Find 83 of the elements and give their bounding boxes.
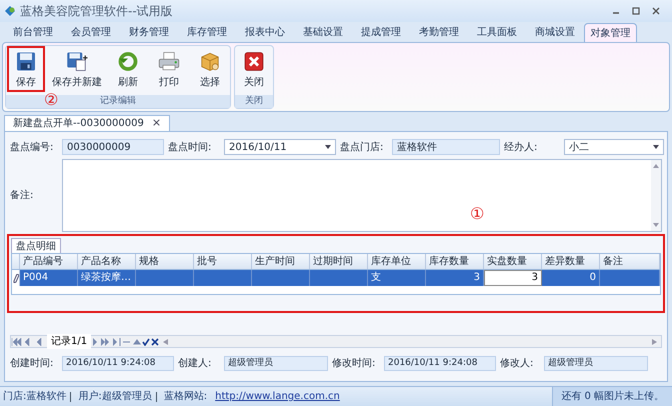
field-label: 创建人: — [178, 356, 212, 370]
window-title: 蓝格美容院管理软件--试用版 — [20, 3, 173, 20]
notes-field[interactable] — [62, 159, 662, 232]
field-label: 创建时间: — [10, 356, 54, 370]
field-label: 修改时间: — [332, 356, 376, 370]
readonly-field: 超级管理员 — [544, 356, 648, 370]
menu-tab[interactable]: 工具面板 — [468, 23, 526, 42]
menu-tab[interactable]: 对象管理 — [584, 23, 637, 42]
document-tab-title: 新建盘点开单--0030000009 — [13, 116, 144, 131]
dropdown-caret-icon — [325, 145, 331, 149]
scroll-left-icon[interactable] — [163, 338, 168, 344]
status-value: 蓝格软件 — [26, 390, 66, 404]
record-count: 记录1/1 — [47, 334, 92, 349]
ribbon-group-label: 关闭 — [235, 95, 273, 108]
menu-tab[interactable]: 基础设置 — [294, 23, 352, 42]
scroll-down-icon[interactable] — [653, 223, 659, 227]
website-link[interactable]: http://www.lange.com.cn — [215, 389, 340, 404]
tab-close-button[interactable]: × — [152, 115, 162, 132]
ribbon-button[interactable]: 关闭 — [236, 46, 272, 92]
status-label: 用户: — [78, 390, 102, 404]
ribbon-button[interactable]: 选择 — [191, 46, 229, 92]
ribbon-button[interactable]: 保存 — [7, 46, 45, 92]
menu-tab[interactable]: 商城设置 — [526, 23, 584, 42]
menu-tab[interactable]: 前台管理 — [4, 23, 62, 42]
ribbon-button[interactable]: 刷新 — [109, 46, 147, 92]
readonly-field[interactable]: 0030000009 — [62, 139, 164, 155]
table-cell: P004 — [20, 270, 78, 286]
field-label: 备注: — [10, 188, 34, 203]
column-header[interactable]: 库存单位 — [368, 254, 426, 269]
menu-tab[interactable]: 考勤管理 — [410, 23, 468, 42]
readonly-field[interactable]: 蓝格软件 — [392, 139, 500, 155]
field-value: 小二 — [569, 140, 589, 154]
column-header[interactable]: 差异数量 — [542, 254, 600, 269]
field-value: 蓝格软件 — [397, 140, 437, 154]
field-value: 2016/10/11 — [229, 140, 287, 154]
field-value: 0030000009 — [67, 140, 131, 154]
dropdown-field[interactable]: 小二 — [564, 139, 664, 155]
menu-tab[interactable]: 报表中心 — [236, 23, 294, 42]
field-label: 修改人: — [500, 356, 534, 370]
annotation-number: ① — [470, 203, 484, 225]
status-value: 超级管理员 — [102, 390, 152, 404]
column-header[interactable]: 批号 — [194, 254, 252, 269]
readonly-field: 2016/10/11 9:24:08 — [384, 356, 496, 370]
upload-status: 还有 0 幅图片未上传。 — [552, 387, 672, 406]
readonly-field: 超级管理员 — [224, 356, 328, 370]
dropdown-field[interactable]: 2016/10/11 — [224, 139, 336, 155]
scroll-right-icon[interactable] — [652, 338, 657, 344]
menu-tab[interactable]: 会员管理 — [62, 23, 120, 42]
table-row[interactable]: P004 绿茶按摩… 支 3 3 0 — [12, 270, 660, 286]
document-tab[interactable]: 新建盘点开单--0030000009 × — [4, 115, 170, 131]
detail-tab[interactable]: 盘点明细 — [11, 238, 61, 253]
column-header[interactable]: 备注 — [600, 254, 660, 269]
scroll-up-icon[interactable] — [653, 164, 659, 168]
field-label: 盘点时间: — [168, 140, 212, 154]
field-label: 经办人: — [504, 140, 538, 154]
column-header[interactable]: 过期时间 — [310, 254, 368, 269]
field-label: 盘点编号: — [10, 140, 54, 154]
column-header[interactable]: 实盘数量 — [484, 254, 542, 269]
close-icon[interactable] — [652, 7, 660, 15]
ribbon-button[interactable]: 保存并新建 — [47, 46, 107, 92]
column-header[interactable]: 产品编号 — [20, 254, 78, 269]
column-header[interactable]: 生产时间 — [252, 254, 310, 269]
table-cell: 绿茶按摩… — [78, 270, 136, 286]
app-logo-icon — [4, 5, 16, 17]
menu-tab[interactable]: 库存管理 — [178, 23, 236, 42]
scrollbar[interactable] — [651, 160, 661, 231]
column-header[interactable]: 库存数量 — [426, 254, 484, 269]
dropdown-caret-icon — [653, 145, 659, 149]
pencil-icon — [12, 274, 18, 282]
maximize-icon[interactable] — [632, 7, 640, 15]
status-label: 蓝格网站: — [164, 390, 208, 404]
table-cell: 支 — [368, 270, 426, 286]
ribbon-button[interactable]: 打印 — [149, 46, 189, 92]
menu-tab[interactable]: 财务管理 — [120, 23, 178, 42]
menu-tab[interactable]: 提成管理 — [352, 23, 410, 42]
column-header[interactable]: 规格 — [136, 254, 194, 269]
table-cell: 0 — [542, 270, 600, 286]
readonly-field: 2016/10/11 9:24:08 — [62, 356, 174, 370]
annotation-number: ② — [44, 89, 58, 111]
status-label: 门店: — [3, 390, 26, 404]
column-header[interactable]: 产品名称 — [78, 254, 136, 269]
quantity-input[interactable]: 3 — [484, 270, 542, 286]
field-label: 盘点门店: — [340, 140, 384, 154]
